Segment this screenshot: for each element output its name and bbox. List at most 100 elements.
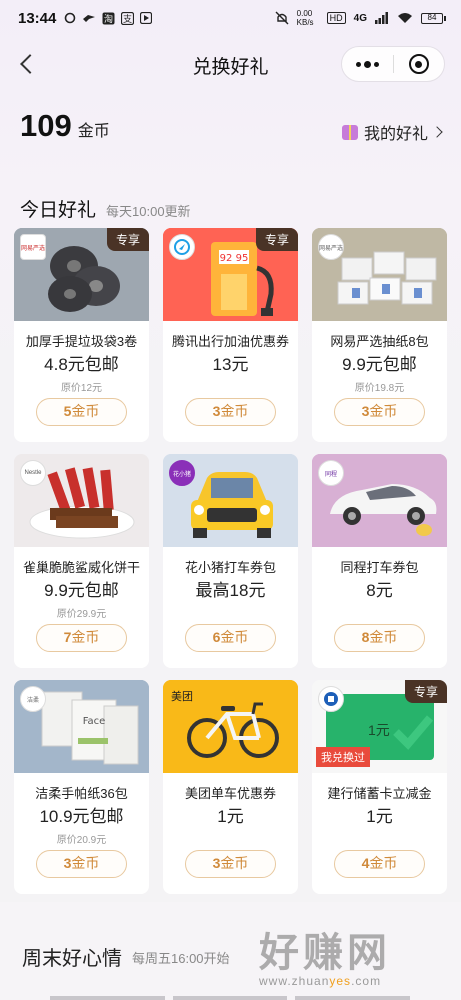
status-left-icons: 淘 支: [64, 11, 153, 25]
redeem-button[interactable]: 3金币: [36, 850, 127, 878]
taxi-car-image: 花小猪: [163, 454, 298, 547]
redeem-button[interactable]: 6金币: [185, 624, 276, 652]
status-time: 13:44: [18, 9, 57, 27]
exclusive-tag: 专享: [404, 680, 447, 703]
gift-icon: [341, 124, 358, 140]
bank-card-image: 1元 专享 我兑换过: [312, 680, 447, 773]
watermark: 好赚网 www.zhuanyes.com: [259, 920, 445, 990]
gift-card[interactable]: 网易严选 专享 加厚手提垃圾袋3卷 4.8元包邮 原价12元 5金币: [14, 228, 149, 442]
status-bar: 13:44 淘 支 0.00 KB/s HD 4G 84: [0, 0, 461, 36]
today-section-header: 今日好礼 每天10:00更新: [20, 195, 191, 222]
gift-name: 网易严选抽纸8包: [330, 334, 429, 349]
brand-logo: 网易严选: [318, 234, 344, 260]
gift-price: 13元: [212, 355, 249, 374]
redeem-button[interactable]: 3金币: [185, 850, 276, 878]
gift-name: 雀巢脆脆鲨威化饼干: [22, 560, 140, 575]
tissue-packs-image: 网易严选: [312, 228, 447, 321]
chevron-right-icon: [431, 126, 443, 138]
bird-icon: [83, 15, 96, 22]
bicycle-image: 美团: [163, 680, 298, 773]
signal-icon: [375, 12, 388, 24]
battery-icon: 84: [421, 12, 446, 24]
gift-price: 1元: [366, 807, 393, 826]
gift-card[interactable]: 美团 美团单车优惠券 1元 3金币: [163, 680, 298, 894]
taobao-icon: 淘: [102, 12, 115, 25]
card-amount: 1元: [368, 722, 390, 738]
fund-icon: 支: [121, 11, 135, 25]
gift-price: 9.9元包邮: [342, 355, 417, 374]
redeem-button[interactable]: 5金币: [36, 398, 127, 426]
redeem-button[interactable]: 4金币: [334, 850, 425, 878]
exclusive-tag: 专享: [106, 228, 149, 251]
gift-price: 4.8元包邮: [44, 355, 119, 374]
gift-card[interactable]: 同程 同程打车券包 8元 8金币: [312, 454, 447, 668]
gift-name: 美团单车优惠券: [184, 786, 276, 801]
gas-pump-image: 92 95 专享: [163, 228, 298, 321]
jierou-logo: 洁柔: [20, 686, 46, 712]
svg-text:淘: 淘: [104, 13, 113, 25]
play-icon: [140, 12, 153, 24]
gift-original-price: 原价19.8元: [354, 383, 405, 394]
gift-price: 10.9元包邮: [39, 807, 124, 826]
watermark-main: 好赚网: [259, 931, 391, 975]
huaxiaozhu-logo: 花小猪: [169, 460, 195, 486]
more-icon: [355, 61, 361, 67]
svg-text:92 95: 92 95: [220, 253, 249, 264]
weekend-title: 周末好心情: [22, 948, 122, 970]
meituan-brand-label: 美团: [171, 691, 193, 703]
redeem-button[interactable]: 7金币: [36, 624, 127, 652]
network-speed: 0.00 KB/s: [296, 9, 314, 27]
redeem-button[interactable]: 8金币: [334, 624, 425, 652]
today-title: 今日好礼: [20, 200, 97, 221]
network-type: 4G: [353, 12, 367, 24]
gift-price: 1元: [217, 807, 244, 826]
today-subtitle: 每天10:00更新: [106, 204, 191, 219]
mini-program-capsule: [341, 46, 445, 82]
gift-card[interactable]: 1元 专享 我兑换过 建行储蓄卡立减金 1元 4金币: [312, 680, 447, 894]
ccb-logo: [318, 686, 344, 712]
gift-name: 建行储蓄卡立减金: [327, 786, 432, 801]
notification-icon: [65, 12, 76, 24]
brand-logo: 网易严选: [20, 234, 46, 260]
more-button[interactable]: [342, 47, 393, 81]
redeem-button[interactable]: 3金币: [334, 398, 425, 426]
gift-card[interactable]: Nestle 雀巢脆脆鲨威化饼干 9.9元包邮 原价29.9元 7金币: [14, 454, 149, 668]
svg-text:Face: Face: [83, 716, 106, 727]
wafer-biscuits-image: Nestle: [14, 454, 149, 547]
svg-text:支: 支: [123, 13, 132, 25]
gift-card[interactable]: Face 洁柔 洁柔手帕纸36包 10.9元包邮 原价20.9元 3金币: [14, 680, 149, 894]
exclusive-tag: 专享: [255, 228, 298, 251]
tongcheng-logo: 同程: [318, 460, 344, 486]
status-right: 0.00 KB/s HD 4G 84: [275, 9, 446, 27]
scroll-indicator: [50, 996, 411, 1000]
weekend-section: 周末好心情 每周五16:00开始 好赚网 www.zhuanyes.com: [0, 902, 461, 1000]
wifi-icon: [398, 13, 412, 23]
redeemed-ribbon: 我兑换过: [316, 747, 370, 767]
close-button[interactable]: [393, 47, 444, 81]
mute-icon: [275, 11, 289, 25]
my-gifts-link[interactable]: 我的好礼: [341, 120, 443, 144]
gift-original-price: 原价29.9元: [56, 609, 107, 620]
nav-bar: 兑换好礼: [0, 40, 461, 90]
gift-name: 同程打车券包: [340, 560, 419, 575]
weekend-subtitle: 每周五16:00开始: [132, 951, 230, 966]
gift-grid: 网易严选 专享 加厚手提垃圾袋3卷 4.8元包邮 原价12元 5金币 92 95…: [14, 228, 448, 894]
close-target-icon: [408, 54, 429, 74]
coin-count: 109: [20, 108, 72, 143]
gift-card[interactable]: 92 95 专享 腾讯出行加油优惠券 13元 3金币: [163, 228, 298, 442]
garbage-bags-image: 网易严选 专享: [14, 228, 149, 321]
redeem-button[interactable]: 3金币: [185, 398, 276, 426]
coin-balance: 109 金币: [20, 108, 110, 144]
gift-price: 9.9元包邮: [44, 581, 119, 600]
gift-price: 最高18元: [195, 581, 266, 600]
gift-original-price: 原价12元: [60, 383, 103, 394]
gift-name: 加厚手提垃圾袋3卷: [25, 334, 138, 349]
white-car-image: 同程: [312, 454, 447, 547]
nestle-logo: Nestle: [20, 460, 46, 486]
gift-card[interactable]: 花小猪 花小猪打车券包 最高18元 6金币: [163, 454, 298, 668]
tencent-travel-logo: [169, 234, 195, 260]
gift-card[interactable]: 网易严选 网易严选抽纸8包 9.9元包邮 原价19.8元 3金币: [312, 228, 447, 442]
gift-name: 腾讯出行加油优惠券: [171, 334, 289, 349]
gift-name: 花小猪打车券包: [184, 560, 276, 575]
hd-badge: HD: [326, 12, 346, 24]
